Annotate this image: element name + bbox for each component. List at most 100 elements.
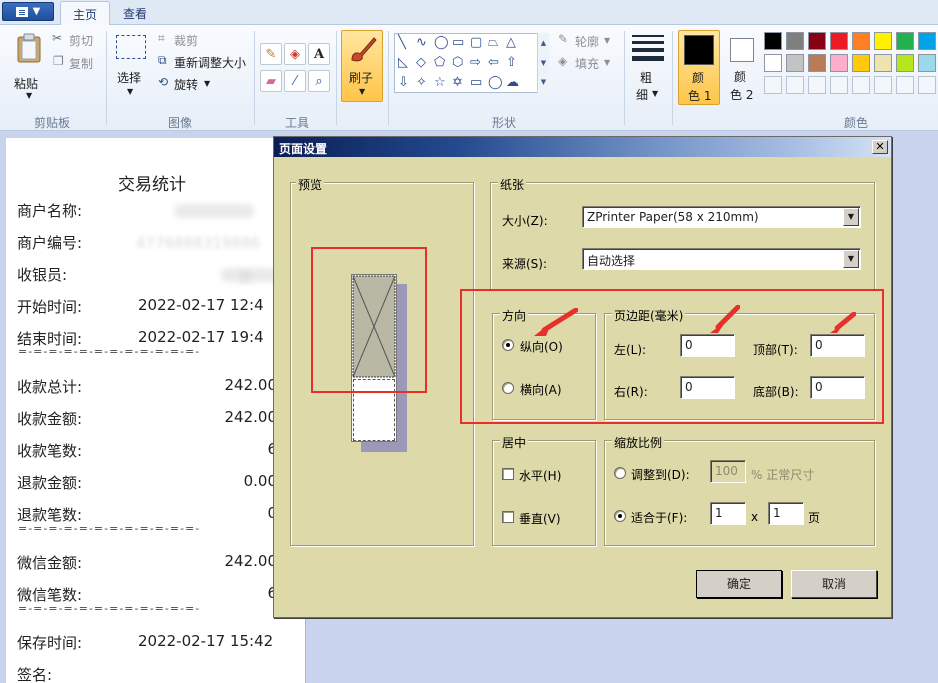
color-2-swatch: [730, 38, 754, 62]
four-point-star-shape-icon[interactable]: ✧: [416, 76, 427, 90]
resize-button[interactable]: ⧉ 重新调整大小: [158, 53, 250, 71]
color-swatch[interactable]: [808, 32, 826, 50]
brush-button[interactable]: 刷子 ▼: [341, 30, 383, 102]
scale-adjust-radio[interactable]: 调整到(D):: [614, 465, 704, 483]
highlight-orientation-margins: [460, 289, 884, 424]
fill-tool[interactable]: ◈: [284, 43, 306, 65]
clipboard-icon: [17, 33, 41, 63]
ok-button[interactable]: 确定: [696, 570, 782, 598]
resize-label: 重新调整大小: [174, 56, 247, 70]
color-swatch[interactable]: [896, 54, 914, 72]
scale-percent-unit: % 正常尺寸: [751, 468, 815, 482]
dropdown-arrow-icon[interactable]: ▼: [843, 250, 859, 268]
color-swatch[interactable]: [808, 54, 826, 72]
color-swatch[interactable]: [918, 32, 936, 50]
paste-button[interactable]: 粘贴 ▼: [8, 31, 48, 103]
custom-color-slot[interactable]: [786, 76, 804, 94]
paper-size-select[interactable]: ZPrinter Paper(58 x 210mm) ▼: [582, 206, 861, 228]
copy-button[interactable]: ❐ 复制: [52, 54, 102, 72]
tab-home[interactable]: 主页: [60, 1, 111, 25]
scale-adjust-radio-dot[interactable]: [614, 467, 626, 479]
fill-button[interactable]: ◈ 填充 ▼: [558, 54, 618, 72]
color-swatch[interactable]: [786, 32, 804, 50]
center-horizontal-box[interactable]: [502, 468, 514, 480]
pencil-tool[interactable]: ✎: [260, 43, 282, 65]
scroll-more-icon[interactable]: ▼: [538, 73, 549, 91]
color-swatch[interactable]: [764, 32, 782, 50]
rotate-button[interactable]: ⟲ 旋转 ▼: [158, 75, 218, 93]
color-picker-tool[interactable]: ⁄: [284, 70, 306, 92]
callout-rect-shape-icon[interactable]: ▭: [470, 76, 482, 90]
color-swatch[interactable]: [874, 32, 892, 50]
line-width-icon: [632, 35, 664, 61]
line-shape-icon[interactable]: ╲: [398, 36, 406, 50]
center-vertical-checkbox[interactable]: 垂直(V): [502, 509, 582, 527]
rectangle-shape-icon[interactable]: ▭: [452, 36, 464, 50]
down-arrow-shape-icon[interactable]: ⇩: [398, 76, 409, 90]
diamond-shape-icon[interactable]: ◇: [416, 56, 426, 70]
right-triangle-shape-icon[interactable]: ◺: [398, 56, 408, 70]
pentagon-shape-icon[interactable]: ⬠: [434, 56, 445, 70]
color-swatch[interactable]: [830, 32, 848, 50]
select-button[interactable]: 选择 ▼: [112, 33, 150, 103]
color-swatch[interactable]: [874, 54, 892, 72]
text-tool[interactable]: A: [308, 43, 330, 65]
callout-oval-shape-icon[interactable]: ◯: [488, 76, 503, 90]
fit-width-input[interactable]: 1: [710, 502, 746, 525]
shapes-gallery[interactable]: ╲ ∿ ◯ ▭ ▢ ⏢ △ ◺ ◇ ⬠ ⬡ ⇨ ⇦ ⇧ ⇩ ✧ ☆ ✡ ▭ ◯ …: [394, 33, 549, 93]
scroll-down-icon[interactable]: ▼: [538, 53, 549, 73]
cancel-button[interactable]: 取消: [791, 570, 877, 598]
color-swatch[interactable]: [830, 54, 848, 72]
paper-source-select[interactable]: 自动选择 ▼: [582, 248, 861, 270]
scroll-up-icon[interactable]: ▲: [538, 33, 549, 53]
scale-percent-input[interactable]: 100: [710, 460, 746, 483]
shapes-scrollbar[interactable]: ▲ ▼ ▼: [537, 33, 549, 93]
canvas-document[interactable]: 交易统计 商户名称: 商户编号: 收银员: 开始时间: 2022-02-17 12:4 结…: [6, 138, 306, 683]
custom-color-slot[interactable]: [874, 76, 892, 94]
six-point-star-shape-icon[interactable]: ✡: [452, 76, 463, 90]
dialog-titlebar[interactable]: 页面设置 ✕: [274, 137, 891, 157]
dropdown-arrow-icon[interactable]: ▼: [843, 208, 859, 226]
custom-color-slot[interactable]: [852, 76, 870, 94]
color-swatch[interactable]: [852, 54, 870, 72]
up-arrow-shape-icon[interactable]: ⇧: [506, 56, 517, 70]
document-row-label: 退款金额:: [17, 474, 83, 492]
tab-view[interactable]: 查看: [111, 1, 159, 25]
color-swatch[interactable]: [918, 54, 936, 72]
color-swatch[interactable]: [764, 54, 782, 72]
scale-fit-radio[interactable]: 适合于(F):: [614, 508, 704, 526]
callout-cloud-shape-icon[interactable]: ☁: [506, 76, 519, 90]
custom-color-slot[interactable]: [918, 76, 936, 94]
custom-color-slot[interactable]: [764, 76, 782, 94]
color-2-button[interactable]: 颜 色 2: [724, 30, 760, 105]
size-button[interactable]: 粗 细 ▼: [630, 31, 666, 105]
curve-shape-icon[interactable]: ∿: [416, 36, 427, 50]
right-arrow-shape-icon[interactable]: ⇨: [470, 56, 481, 70]
color-swatch[interactable]: [786, 54, 804, 72]
scale-fit-radio-dot[interactable]: [614, 510, 626, 522]
triangle-shape-icon[interactable]: △: [506, 36, 516, 50]
left-arrow-shape-icon[interactable]: ⇦: [488, 56, 499, 70]
rounded-rectangle-shape-icon[interactable]: ▢: [470, 36, 482, 50]
color-swatch[interactable]: [896, 32, 914, 50]
five-point-star-shape-icon[interactable]: ☆: [434, 76, 446, 90]
color-1-button[interactable]: 颜 色 1: [678, 30, 720, 105]
eraser-tool[interactable]: ▰: [260, 70, 282, 92]
color-swatch[interactable]: [852, 32, 870, 50]
polygon-shape-icon[interactable]: ⏢: [488, 36, 498, 50]
cut-button[interactable]: ✂ 剪切: [52, 31, 102, 49]
custom-color-slot[interactable]: [896, 76, 914, 94]
oval-shape-icon[interactable]: ◯: [434, 36, 449, 50]
file-menu-button[interactable]: ▼: [2, 2, 54, 21]
center-horizontal-checkbox[interactable]: 水平(H): [502, 466, 582, 484]
custom-color-slot[interactable]: [830, 76, 848, 94]
magnifier-tool[interactable]: ⌕: [308, 70, 330, 92]
fit-height-input[interactable]: 1: [768, 502, 804, 525]
custom-color-slot[interactable]: [808, 76, 826, 94]
document-title: 交易统计: [118, 175, 186, 195]
hexagon-shape-icon[interactable]: ⬡: [452, 56, 463, 70]
crop-button[interactable]: ⌗ 裁剪: [158, 31, 208, 49]
outline-button[interactable]: ✎ 轮廓 ▼: [558, 32, 618, 50]
close-button[interactable]: ✕: [872, 140, 888, 154]
center-vertical-box[interactable]: [502, 511, 514, 523]
